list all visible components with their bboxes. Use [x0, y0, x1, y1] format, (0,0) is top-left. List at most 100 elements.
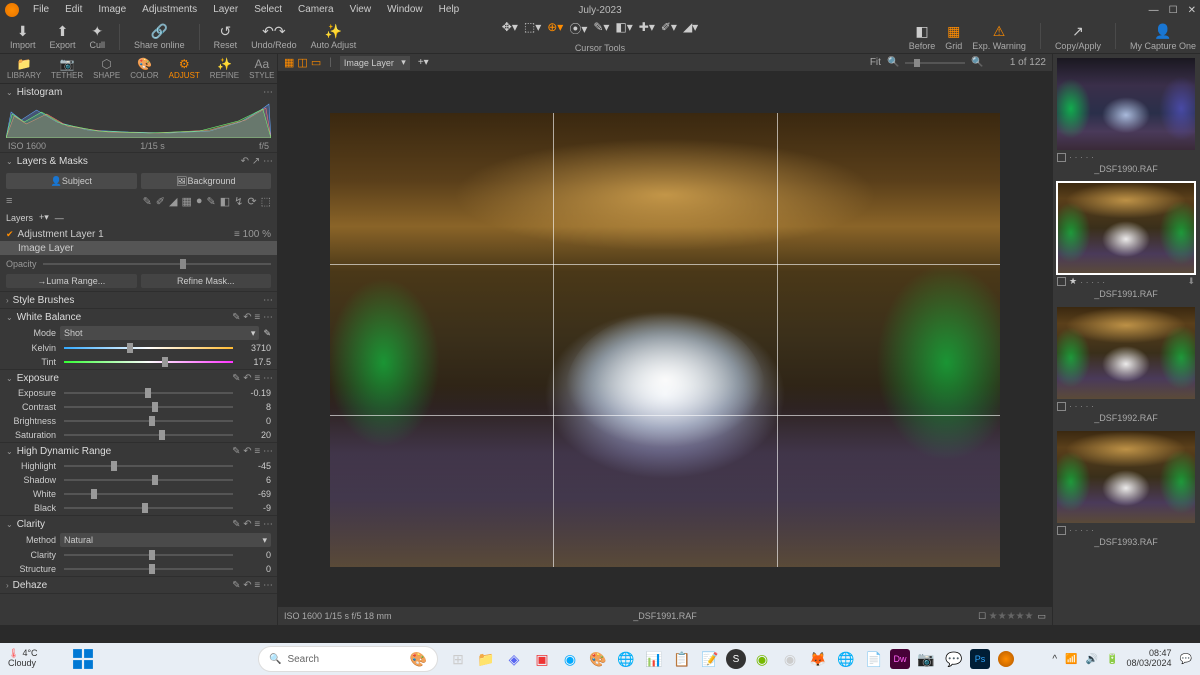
dw-icon[interactable]: Dw: [890, 649, 910, 669]
menu-camera[interactable]: Camera: [290, 0, 342, 20]
contrast-slider[interactable]: [64, 406, 233, 408]
undo-redo-button[interactable]: ↶↷Undo/Redo: [249, 23, 299, 50]
app-icon-1[interactable]: ◈: [502, 647, 526, 671]
grid-toggle[interactable]: ▦Grid: [945, 23, 962, 51]
minimize-button[interactable]: —: [1149, 5, 1159, 16]
refine-mask-button[interactable]: Refine Mask...: [141, 274, 272, 288]
thumbnail[interactable]: · · · · ·_DSF1993.RAF: [1057, 431, 1195, 547]
clock[interactable]: 08:4708/03/2024: [1126, 649, 1171, 669]
hdr-header[interactable]: ⌄High Dynamic Range✎ ↶ ≡ ⋯: [0, 443, 277, 459]
app-icon-6[interactable]: 📋: [670, 647, 694, 671]
rating-stars[interactable]: ☐ ★★★★★: [978, 611, 1033, 622]
weather-widget[interactable]: 🌡4°C Cloudy: [8, 649, 38, 669]
taskbar-search[interactable]: 🔍Search🎨: [258, 646, 438, 672]
menu-help[interactable]: Help: [431, 0, 468, 20]
brightness-slider[interactable]: [64, 420, 233, 422]
exp-warning-toggle[interactable]: ⚠Exp. Warning: [972, 23, 1026, 51]
adjustment-layer-row[interactable]: ✔Adjustment Layer 1≡ 100 %: [0, 227, 277, 241]
eyedropper-icon[interactable]: ✎: [263, 328, 271, 339]
zoom-slider[interactable]: [905, 62, 965, 64]
structure-slider[interactable]: [64, 568, 233, 570]
zoom-search-icon-2[interactable]: 🔍: [971, 57, 983, 68]
exposure-header[interactable]: ⌄Exposure✎ ↶ ≡ ⋯: [0, 370, 277, 386]
opacity-slider[interactable]: [43, 263, 271, 265]
tab-tether[interactable]: 📷TETHER: [48, 57, 86, 80]
task-view-icon[interactable]: ⊞: [446, 647, 470, 671]
shadow-slider[interactable]: [64, 479, 233, 481]
clarity-method-dropdown[interactable]: Natural▾: [60, 533, 271, 547]
volume-icon[interactable]: 🔊: [1086, 654, 1098, 665]
export-button[interactable]: ⬆Export: [48, 23, 78, 50]
menu-image[interactable]: Image: [90, 0, 134, 20]
menu-file[interactable]: File: [25, 0, 57, 20]
steam-icon[interactable]: ◉: [778, 647, 802, 671]
layers-header[interactable]: ⌄Layers & Masks↶ ↗ ⋯: [0, 153, 277, 169]
notifications-icon[interactable]: 💬: [1180, 654, 1192, 665]
tab-refine[interactable]: ✨REFINE: [207, 57, 242, 80]
black-slider[interactable]: [64, 507, 233, 509]
cull-button[interactable]: ✦Cull: [88, 23, 108, 50]
wifi-icon[interactable]: 📶: [1065, 654, 1077, 665]
thumbnail[interactable]: · · · · ·_DSF1992.RAF: [1057, 307, 1195, 423]
menu-adjustments[interactable]: Adjustments: [134, 0, 205, 20]
cursor-tools-row[interactable]: ✥▾⬚▾⊕▾⦿▾✎▾◧▾✚▾✐▾◢▾: [502, 20, 698, 37]
add-adj-icon[interactable]: +▾: [418, 57, 429, 68]
luma-range-button[interactable]: → Luma Range...: [6, 274, 137, 288]
clarity-header[interactable]: ⌄Clarity✎ ↶ ≡ ⋯: [0, 516, 277, 532]
white-balance-header[interactable]: ⌄White Balance✎ ↶ ≡ ⋯: [0, 309, 277, 325]
acrobat-icon[interactable]: 📄: [862, 647, 886, 671]
zoom-search-icon[interactable]: 🔍: [887, 57, 899, 68]
tray-chevron-icon[interactable]: ^: [1052, 654, 1057, 665]
zoom-fit[interactable]: Fit: [870, 57, 881, 68]
subject-button[interactable]: 👤 Subject: [6, 173, 137, 189]
tab-style[interactable]: AaSTYLE: [246, 57, 277, 80]
auto-adjust-button[interactable]: ✨Auto Adjust: [309, 23, 359, 50]
kelvin-slider[interactable]: [64, 347, 233, 349]
remove-layer-button[interactable]: —: [55, 213, 64, 223]
close-button[interactable]: ✕: [1188, 5, 1196, 16]
app-icon-8[interactable]: 📷: [914, 647, 938, 671]
exposure-slider[interactable]: [64, 392, 233, 394]
tab-shape[interactable]: ⬡SHAPE: [90, 57, 123, 80]
histogram-header[interactable]: ⌄Histogram⋯: [0, 84, 277, 100]
style-brushes-header[interactable]: ›Style Brushes⋯: [0, 292, 277, 308]
tab-color[interactable]: 🎨COLOR: [127, 57, 161, 80]
thumbnail[interactable]: ★· · · · ·⬇_DSF1991.RAF: [1057, 182, 1195, 299]
add-layer-button[interactable]: +▾: [39, 212, 49, 223]
thumbnail[interactable]: · · · · ·_DSF1990.RAF: [1057, 58, 1195, 174]
maximize-button[interactable]: ☐: [1169, 5, 1178, 16]
app-icon-7[interactable]: 📝: [698, 647, 722, 671]
edge-icon[interactable]: 🌐: [834, 647, 858, 671]
tab-library[interactable]: 📁LIBRARY: [4, 57, 44, 80]
mask-tools[interactable]: ≡✎✐◢▦●✎◧↯⟳⬚: [0, 193, 277, 210]
menu-layer[interactable]: Layer: [205, 0, 246, 20]
reset-button[interactable]: ↺Reset: [212, 23, 240, 50]
my-capture-one[interactable]: 👤My Capture One: [1130, 23, 1196, 51]
app-icon-2[interactable]: ▣: [530, 647, 554, 671]
app-icon-4[interactable]: 🎨: [586, 647, 610, 671]
background-button[interactable]: 🖼 Background: [141, 173, 272, 189]
whatsapp-icon[interactable]: 💬: [942, 647, 966, 671]
nvidia-icon[interactable]: ◉: [750, 647, 774, 671]
viewer-layer-dropdown[interactable]: Image Layer▾: [340, 56, 410, 70]
wb-mode-dropdown[interactable]: Shot▾: [60, 326, 259, 340]
app-icon-5[interactable]: 📊: [642, 647, 666, 671]
menu-window[interactable]: Window: [379, 0, 431, 20]
dehaze-header[interactable]: ›Dehaze✎ ↶ ≡ ⋯: [0, 577, 277, 593]
saturation-slider[interactable]: [64, 434, 233, 436]
color-tag[interactable]: ▭: [1037, 611, 1046, 622]
clarity-slider[interactable]: [64, 554, 233, 556]
highlight-slider[interactable]: [64, 465, 233, 467]
battery-icon[interactable]: 🔋: [1106, 654, 1118, 665]
menu-view[interactable]: View: [342, 0, 380, 20]
menu-edit[interactable]: Edit: [57, 0, 90, 20]
before-toggle[interactable]: ◧Before: [909, 23, 936, 51]
tint-slider[interactable]: [64, 361, 233, 363]
app-icon-s[interactable]: S: [726, 649, 746, 669]
copy-apply-button[interactable]: ↗Copy/Apply: [1055, 23, 1101, 51]
menu-select[interactable]: Select: [246, 0, 290, 20]
firefox-icon[interactable]: 🦊: [806, 647, 830, 671]
main-photo[interactable]: [330, 113, 1000, 567]
image-layer-row[interactable]: Image Layer: [0, 241, 277, 255]
ps-icon[interactable]: Ps: [970, 649, 990, 669]
